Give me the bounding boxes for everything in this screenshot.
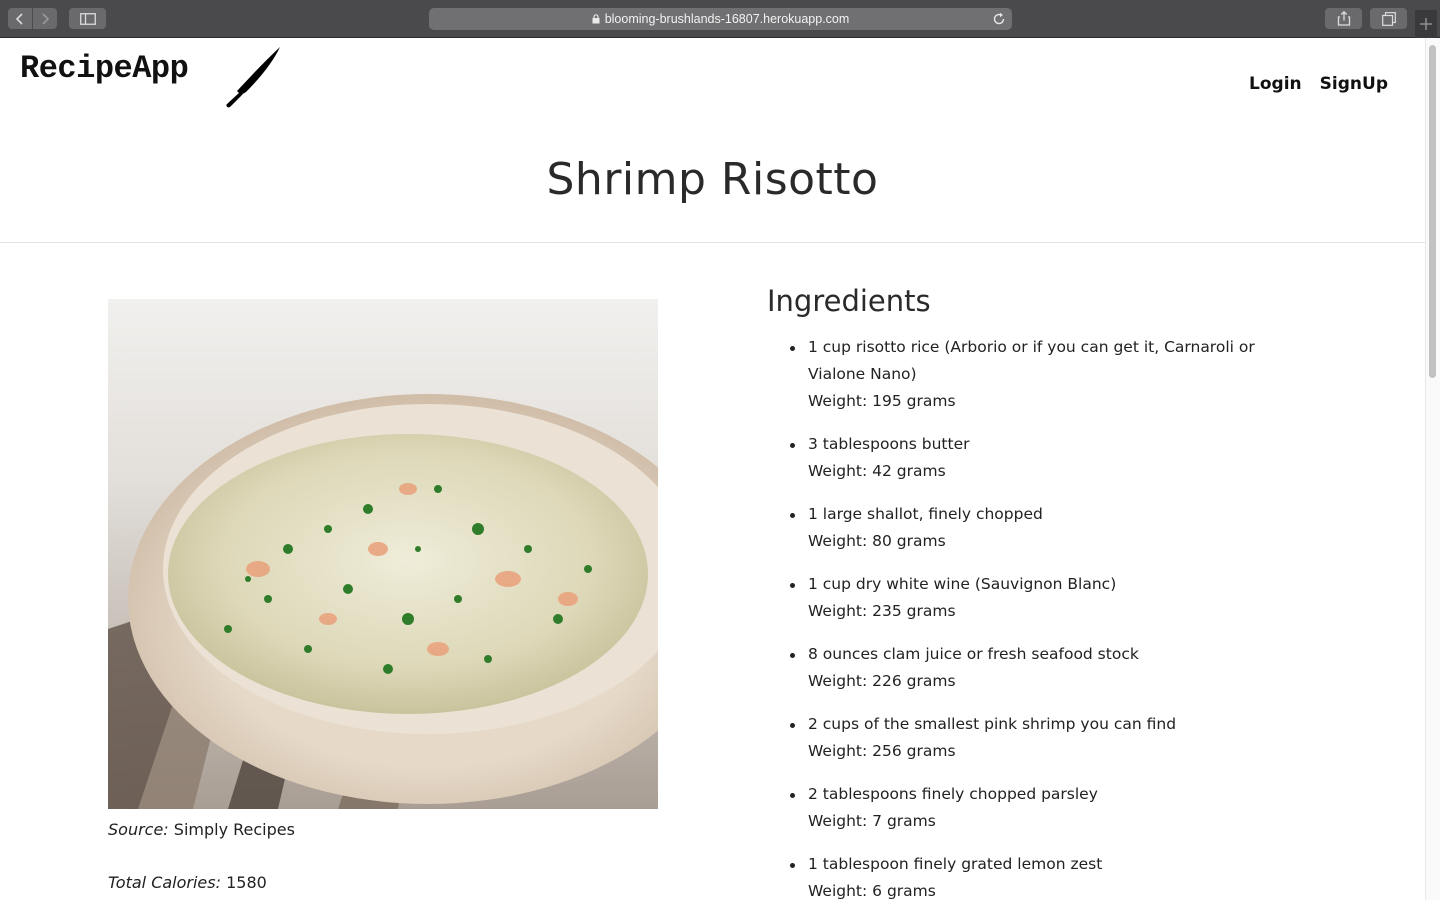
ingredient-item: 1 large shallot, finely chopped Weight: 8… bbox=[768, 501, 1288, 555]
bullet-icon bbox=[790, 863, 795, 868]
recipe-photo bbox=[108, 299, 658, 809]
ingredients-list: 1 cup risotto rice (Arborio or if you ca… bbox=[768, 334, 1288, 921]
ingredient-weight: Weight: 235 grams bbox=[808, 602, 956, 620]
address-bar[interactable]: blooming-brushlands-16807.herokuapp.com bbox=[429, 8, 1012, 30]
tabs-overview-icon bbox=[1381, 11, 1396, 26]
chevron-right-icon bbox=[42, 12, 50, 25]
url-text: blooming-brushlands-16807.herokuapp.com bbox=[604, 12, 850, 26]
plus-icon bbox=[1420, 18, 1432, 30]
bullet-icon bbox=[790, 583, 795, 588]
ingredient-item: 8 ounces clam juice or fresh seafood sto… bbox=[768, 641, 1288, 695]
ingredient-item: 1 cup dry white wine (Sauvignon Blanc) We… bbox=[768, 571, 1288, 625]
bullet-icon bbox=[790, 793, 795, 798]
browser-toolbar: blooming-brushlands-16807.herokuapp.com bbox=[0, 0, 1440, 38]
recipe-source: Source: Simply Recipes bbox=[108, 820, 295, 839]
header-divider bbox=[0, 242, 1425, 243]
ingredients-heading: Ingredients bbox=[767, 284, 931, 318]
calories-value: 1580 bbox=[226, 873, 267, 892]
bullet-icon bbox=[790, 443, 795, 448]
ingredient-text: 1 tablespoon finely grated lemon zest bbox=[808, 855, 1103, 873]
login-link[interactable]: Login bbox=[1249, 74, 1302, 94]
scrollbar-thumb[interactable] bbox=[1429, 45, 1436, 378]
source-label: Source: bbox=[108, 820, 169, 839]
ingredient-item: 1 cup risotto rice (Arborio or if you ca… bbox=[768, 334, 1288, 415]
sidebar-icon bbox=[79, 12, 96, 25]
knife-icon bbox=[224, 46, 282, 112]
show-tabs-button[interactable] bbox=[1370, 8, 1407, 29]
ingredient-weight: Weight: 6 grams bbox=[808, 882, 936, 900]
ingredient-item: 3 tablespoons butter Weight: 42 grams bbox=[768, 431, 1288, 485]
lock-icon bbox=[592, 14, 600, 24]
ingredient-item: 2 cups of the smallest pink shrimp you c… bbox=[768, 711, 1288, 765]
reload-icon bbox=[993, 12, 1005, 25]
ingredient-item: 2 tablespoons finely chopped parsley Weig… bbox=[768, 781, 1288, 835]
bullet-icon bbox=[790, 346, 795, 351]
source-value: Simply Recipes bbox=[173, 820, 295, 839]
top-nav: Login SignUp bbox=[1249, 74, 1388, 94]
bullet-icon bbox=[790, 653, 795, 658]
back-button[interactable] bbox=[8, 8, 32, 29]
ingredient-text: 1 cup dry white wine (Sauvignon Blanc) bbox=[808, 575, 1117, 593]
new-tab-button[interactable] bbox=[1415, 10, 1437, 38]
ingredient-weight: Weight: 80 grams bbox=[808, 532, 946, 550]
ingredient-text: 1 large shallot, finely chopped bbox=[808, 505, 1043, 523]
ingredient-text: 1 cup risotto rice (Arborio or if you ca… bbox=[808, 338, 1255, 383]
ingredient-weight: Weight: 7 grams bbox=[808, 812, 936, 830]
ingredient-weight: Weight: 195 grams bbox=[808, 392, 956, 410]
ingredient-text: 2 cups of the smallest pink shrimp you c… bbox=[808, 715, 1177, 733]
ingredient-weight: Weight: 226 grams bbox=[808, 672, 956, 690]
site-logo[interactable]: RecipeApp bbox=[20, 50, 189, 87]
chevron-left-icon bbox=[15, 12, 23, 25]
bullet-icon bbox=[790, 723, 795, 728]
forward-button[interactable] bbox=[33, 8, 57, 29]
calories-label: Total Calories: bbox=[108, 873, 221, 892]
recipe-title: Shrimp Risotto bbox=[546, 154, 879, 205]
signup-link[interactable]: SignUp bbox=[1320, 74, 1388, 94]
reload-button[interactable] bbox=[993, 11, 1006, 30]
ingredient-weight: Weight: 256 grams bbox=[808, 742, 956, 760]
sidebar-toggle-button[interactable] bbox=[69, 8, 106, 29]
bullet-icon bbox=[790, 513, 795, 518]
share-button[interactable] bbox=[1325, 8, 1362, 29]
share-icon bbox=[1337, 11, 1350, 26]
recipe-calories: Total Calories: 1580 bbox=[108, 873, 267, 892]
ingredient-text: 3 tablespoons butter bbox=[808, 435, 970, 453]
ingredient-weight: Weight: 42 grams bbox=[808, 462, 946, 480]
ingredient-text: 8 ounces clam juice or fresh seafood sto… bbox=[808, 645, 1139, 663]
ingredient-item: 1 tablespoon finely grated lemon zest Wei… bbox=[768, 851, 1288, 905]
ingredient-text: 2 tablespoons finely chopped parsley bbox=[808, 785, 1098, 803]
